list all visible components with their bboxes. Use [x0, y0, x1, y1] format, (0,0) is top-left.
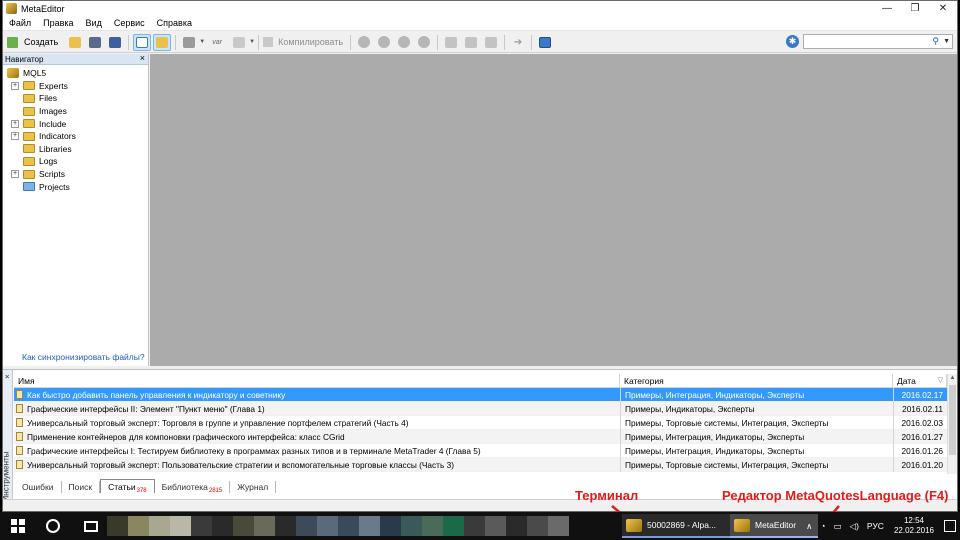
volume-icon[interactable]: ◁) — [850, 521, 859, 532]
chevron-up-icon[interactable]: ∧ — [806, 521, 812, 532]
search-icon[interactable] — [46, 519, 60, 533]
clock-time: 12:54 — [903, 516, 924, 525]
system-tray: ∧ ◔ ▭ ◁) РУС 12:54 22.02.2016 — [798, 512, 956, 540]
metaeditor-icon — [734, 518, 750, 532]
clock[interactable]: 12:54 22.02.2016 — [894, 516, 934, 536]
metatrader-icon — [626, 518, 642, 532]
clock-date: 22.02.2016 — [893, 526, 934, 535]
wifi-icon[interactable]: ◔ — [820, 521, 825, 531]
language-indicator[interactable]: РУС — [867, 521, 884, 531]
pinned-apps-pixelated — [107, 516, 569, 536]
taskbar-metaeditor-label: MetaEditor — [755, 520, 797, 530]
taskbar-terminal-item[interactable]: 50002869 - Alpa... — [622, 514, 730, 538]
task-view-icon[interactable] — [84, 520, 98, 532]
battery-icon[interactable]: ▭ — [834, 521, 842, 532]
windows-start-icon[interactable] — [8, 515, 30, 537]
windows-taskbar: 50002869 - Alpa... MetaEditor ∧ ◔ ▭ ◁) Р… — [0, 512, 960, 540]
taskbar-terminal-label: 50002869 - Alpa... — [647, 520, 717, 530]
annotation-arrows — [611, 505, 840, 523]
notifications-icon[interactable] — [944, 520, 956, 532]
